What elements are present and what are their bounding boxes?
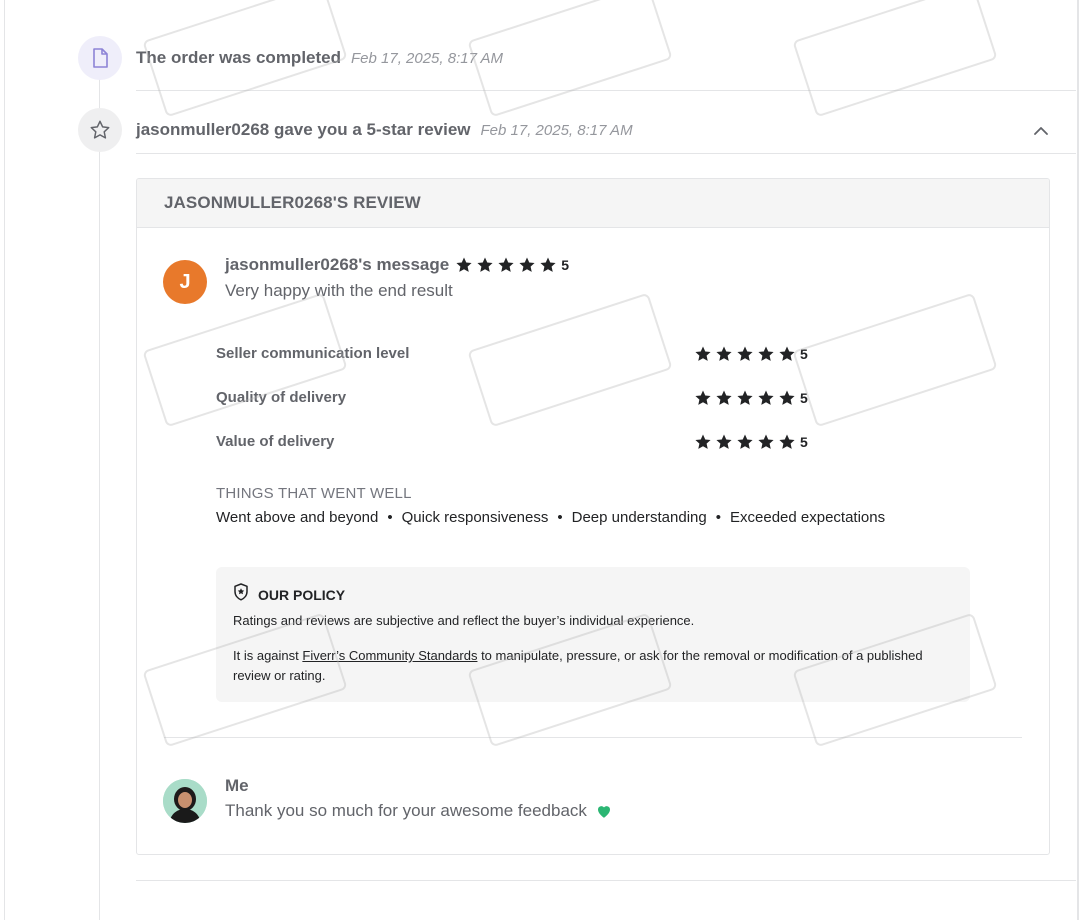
rating-value: 5	[800, 434, 808, 450]
rating-stars: 5	[694, 345, 808, 363]
went-well-list: Went above and beyond • Quick responsive…	[216, 509, 885, 526]
rating-label: Seller communication level	[216, 345, 410, 362]
timeline-event-order-completed: The order was completed Feb 17, 2025, 8:…	[78, 36, 503, 80]
policy-text: It is against Fiverr’s Community Standar…	[233, 646, 953, 686]
star-icon	[715, 433, 733, 451]
star-icon	[778, 345, 796, 363]
watermark-logo	[792, 0, 998, 118]
star-icon	[455, 256, 473, 274]
chevron-up-icon[interactable]	[1032, 124, 1050, 138]
star-icon	[497, 256, 515, 274]
rating-stars: 5	[694, 433, 808, 451]
review-card: JASONMULLER0268'S REVIEW J jasonmuller02…	[136, 178, 1050, 855]
star-icon	[539, 256, 557, 274]
divider	[136, 153, 1076, 154]
bullet-separator: •	[557, 509, 563, 526]
review-message: Very happy with the end result	[225, 281, 453, 300]
rating-value: 5	[800, 346, 808, 362]
divider	[136, 90, 1076, 91]
star-icon	[757, 389, 775, 407]
went-well-item: Went above and beyond	[216, 509, 379, 526]
rating-row: Value of delivery 5	[216, 431, 816, 453]
reviewer-name: jasonmuller0268's message	[225, 255, 450, 274]
event-timestamp: Feb 17, 2025, 8:17 AM	[480, 121, 633, 139]
event-title: jasonmuller0268 gave you a 5-star review	[136, 120, 471, 139]
went-well-item: Deep understanding	[571, 509, 707, 526]
star-icon	[694, 345, 712, 363]
star-icon	[715, 345, 733, 363]
divider	[164, 737, 1022, 738]
star-icon	[736, 389, 754, 407]
shield-star-icon	[233, 583, 249, 606]
document-icon	[78, 36, 122, 80]
overall-stars: 5	[455, 256, 569, 274]
review-message-header: jasonmuller0268's message 5	[225, 255, 569, 275]
star-icon	[778, 433, 796, 451]
bullet-separator: •	[715, 509, 721, 526]
star-icon	[757, 433, 775, 451]
event-title: The order was completed	[136, 48, 341, 67]
star-icon	[715, 389, 733, 407]
rating-value: 5	[561, 257, 570, 273]
star-icon	[736, 345, 754, 363]
went-well-title: THINGS THAT WENT WELL	[216, 485, 412, 502]
reply-message: Thank you so much for your awesome feedb…	[225, 801, 613, 821]
star-icon	[778, 389, 796, 407]
policy-title: OUR POLICY	[258, 586, 346, 603]
rating-value: 5	[800, 390, 808, 406]
rating-label: Quality of delivery	[216, 389, 347, 406]
star-icon	[476, 256, 494, 274]
reply-author: Me	[225, 776, 249, 795]
timeline-line	[99, 70, 100, 920]
divider	[136, 880, 1076, 881]
left-border	[4, 0, 5, 920]
avatar	[163, 779, 207, 823]
star-icon	[757, 345, 775, 363]
reply-text: Thank you so much for your awesome feedb…	[225, 801, 587, 820]
green-heart-icon	[595, 802, 613, 820]
bullet-separator: •	[387, 509, 393, 526]
policy-header: OUR POLICY	[233, 583, 345, 606]
went-well-item: Exceeded expectations	[730, 509, 886, 526]
policy-text: Ratings and reviews are subjective and r…	[233, 613, 695, 628]
rating-row: Quality of delivery 5	[216, 387, 816, 409]
review-card-header: JASONMULLER0268'S REVIEW	[137, 179, 1049, 228]
timeline-event-review[interactable]: jasonmuller0268 gave you a 5-star review…	[78, 108, 633, 152]
avatar: J	[163, 260, 207, 304]
rating-stars: 5	[694, 389, 808, 407]
star-icon	[694, 433, 712, 451]
rating-row: Seller communication level 5	[216, 343, 816, 365]
star-icon	[694, 389, 712, 407]
star-outline-icon	[78, 108, 122, 152]
policy-box: OUR POLICY Ratings and reviews are subje…	[216, 567, 970, 702]
went-well-item: Quick responsiveness	[401, 509, 549, 526]
star-icon	[736, 433, 754, 451]
community-standards-link[interactable]: Fiverr’s Community Standards	[302, 648, 477, 663]
policy-text-start: It is against	[233, 648, 303, 663]
star-icon	[518, 256, 536, 274]
event-timestamp: Feb 17, 2025, 8:17 AM	[351, 49, 504, 67]
rating-label: Value of delivery	[216, 433, 335, 450]
